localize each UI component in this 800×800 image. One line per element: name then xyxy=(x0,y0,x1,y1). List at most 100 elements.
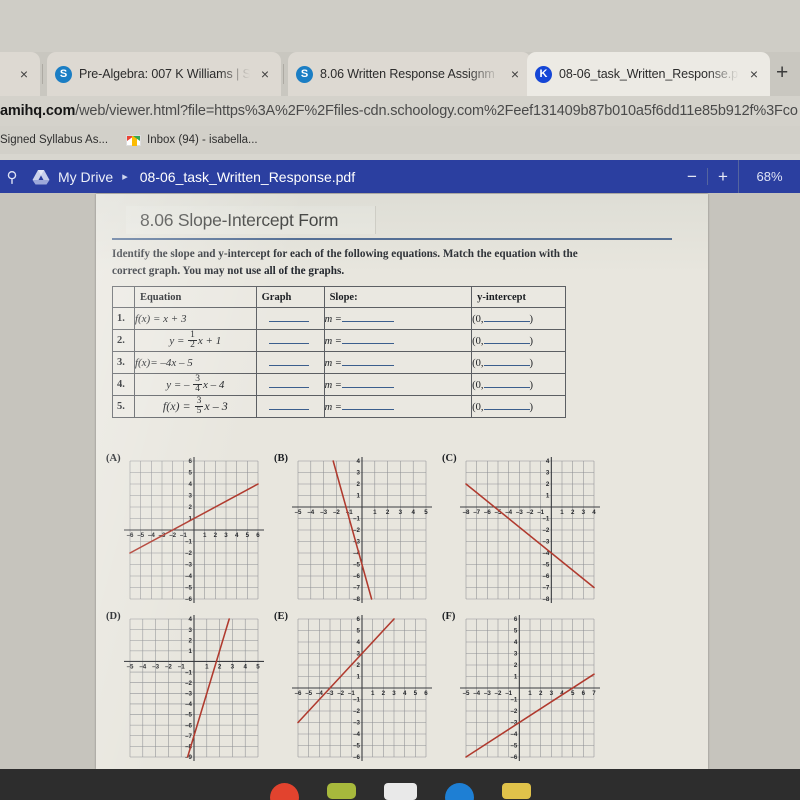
svg-text:–4: –4 xyxy=(148,532,155,539)
graph-row-2: (D) –5 –4 –3 –2 –1 1 2 3 4 5 –9 –8 –7 –6 –5 –4 –3 –2 –1 1 2 3… xyxy=(104,610,700,762)
app-icon-green[interactable] xyxy=(326,783,356,799)
browser-tab-1[interactable]: S Pre-Algebra: 007 K Williams | Sc × xyxy=(47,52,281,96)
svg-text:–5: –5 xyxy=(542,562,549,569)
row-equation: f(x)= –4x – 5 xyxy=(133,351,257,374)
close-icon[interactable]: × xyxy=(746,67,762,81)
svg-text:–7: –7 xyxy=(185,733,192,740)
address-bar[interactable]: amihq.com/web/viewer.html?file=https%3A%… xyxy=(0,96,800,126)
row-slope-answer[interactable]: m = xyxy=(323,373,473,396)
svg-text:–7: –7 xyxy=(473,509,480,516)
svg-text:–2: –2 xyxy=(495,690,502,697)
svg-text:2: 2 xyxy=(386,509,390,516)
equation-text: f(x)= –4x – 5 xyxy=(134,356,193,369)
svg-text:3: 3 xyxy=(550,690,554,697)
zoom-out-button[interactable]: − xyxy=(677,167,707,187)
schoology-icon: S xyxy=(296,65,313,83)
graph-label: (D) xyxy=(106,611,121,622)
svg-text:1: 1 xyxy=(546,493,550,500)
graph-plot: –5 –4 –3 –2 –1 1 2 3 4 5 –9 –8 –7 –6 –5 –4 –3 –2 –1 1 2 3 4 xyxy=(122,614,266,767)
app-icon-red[interactable] xyxy=(269,783,299,800)
pdf-filename: 08-06_task_Written_Response.pdf xyxy=(139,168,356,185)
yint-prefix: (0, xyxy=(472,357,484,369)
svg-text:1: 1 xyxy=(205,664,209,671)
svg-text:4: 4 xyxy=(357,458,361,465)
table-row: 4. y = – 34x – 4 m = (0,) xyxy=(112,373,566,396)
graph-label: (F) xyxy=(442,611,456,622)
gmail-icon xyxy=(126,134,142,146)
svg-text:–4: –4 xyxy=(353,731,360,738)
svg-text:4: 4 xyxy=(189,481,193,488)
browser-tab-2[interactable]: S 8.06 Written Response Assignm × xyxy=(288,52,531,96)
yint-suffix: ) xyxy=(529,357,534,369)
close-icon[interactable]: × xyxy=(16,67,32,81)
svg-text:6: 6 xyxy=(357,616,361,623)
tab-title: 08-06_task_Written_Response.p xyxy=(559,67,738,81)
svg-text:–3: –3 xyxy=(542,539,549,546)
zoom-in-button[interactable]: + xyxy=(708,167,738,187)
slope-prefix: m = xyxy=(324,357,342,369)
equation-text: y = – 34x – 4 xyxy=(166,373,225,394)
slope-prefix: m = xyxy=(324,335,342,347)
new-tab-button[interactable]: + xyxy=(776,62,788,83)
close-icon[interactable]: × xyxy=(257,67,273,81)
app-icon-white[interactable] xyxy=(383,783,417,800)
row-slope-answer[interactable]: m = xyxy=(323,395,473,418)
svg-text:–6: –6 xyxy=(353,754,360,761)
browser-tab-3-active[interactable]: K 08-06_task_Written_Response.p × xyxy=(527,52,770,96)
svg-text:5: 5 xyxy=(256,664,260,671)
row-slope-answer[interactable]: m = xyxy=(323,307,473,330)
row-graph-answer[interactable] xyxy=(255,395,325,418)
svg-text:–6: –6 xyxy=(542,573,549,580)
svg-text:2: 2 xyxy=(382,690,386,697)
row-graph-answer[interactable] xyxy=(255,329,325,352)
close-icon[interactable]: × xyxy=(507,67,523,81)
svg-text:2: 2 xyxy=(214,532,218,539)
row-slope-answer[interactable]: m = xyxy=(323,329,473,352)
svg-text:–4: –4 xyxy=(510,731,517,738)
row-yintercept-answer[interactable]: (0,) xyxy=(471,373,566,396)
svg-text:–3: –3 xyxy=(484,690,491,697)
graph-D: (D) –5 –4 –3 –2 –1 1 2 3 4 5 –9 –8 –7 –6 –5 –4 –3 –2 –1 1 2 3… xyxy=(104,610,265,762)
header-graph: Graph xyxy=(255,286,325,308)
svg-text:6: 6 xyxy=(189,458,193,465)
url-text: amihq.com/web/viewer.html?file=https%3A%… xyxy=(0,103,798,119)
row-yintercept-answer[interactable]: (0,) xyxy=(471,395,566,418)
search-icon[interactable]: ⚲ xyxy=(2,168,22,186)
svg-text:–2: –2 xyxy=(337,690,344,697)
svg-text:–2: –2 xyxy=(353,708,360,715)
svg-text:–6: –6 xyxy=(484,509,491,516)
row-equation: f(x) = 35x – 3 xyxy=(133,395,257,418)
row-graph-answer[interactable] xyxy=(255,307,325,330)
zoom-level-display[interactable]: 68% xyxy=(738,160,800,193)
svg-text:3: 3 xyxy=(546,470,550,477)
app-icon-blue[interactable] xyxy=(444,783,474,800)
equation-text: y = 12x + 1 xyxy=(169,329,222,350)
svg-text:6: 6 xyxy=(424,690,428,697)
svg-text:1: 1 xyxy=(371,690,375,697)
row-number: 2. xyxy=(112,329,135,352)
bookmark-signed-syllabus[interactable]: Signed Syllabus As... xyxy=(0,134,108,146)
svg-text:2: 2 xyxy=(218,664,222,671)
graph-gallery: (A) –6–5–4–3–2–1123456–6–5–4–3–2–1123456… xyxy=(104,452,700,762)
my-drive-breadcrumb[interactable]: My Drive xyxy=(58,169,113,185)
row-yintercept-answer[interactable]: (0,) xyxy=(471,329,566,352)
svg-text:7: 7 xyxy=(592,690,596,697)
svg-text:–4: –4 xyxy=(473,690,480,697)
taskbar-icons xyxy=(0,769,800,800)
header-slope: Slope: xyxy=(323,286,473,308)
row-slope-answer[interactable]: m = xyxy=(323,351,473,374)
svg-text:2: 2 xyxy=(357,662,361,669)
app-icon-yellow[interactable] xyxy=(501,783,531,799)
svg-text:–6: –6 xyxy=(185,596,192,603)
svg-text:4: 4 xyxy=(592,509,596,516)
row-graph-answer[interactable] xyxy=(255,351,325,374)
svg-text:–1: –1 xyxy=(185,539,192,546)
svg-text:–5: –5 xyxy=(185,585,192,592)
row-yintercept-answer[interactable]: (0,) xyxy=(471,307,566,330)
row-yintercept-answer[interactable]: (0,) xyxy=(471,351,566,374)
bookmark-inbox[interactable]: Inbox (94) - isabella... xyxy=(126,134,258,146)
url-host: amihq.com xyxy=(0,103,76,119)
row-graph-answer[interactable] xyxy=(255,373,325,396)
svg-text:–8: –8 xyxy=(542,596,549,603)
browser-tab-0[interactable]: × xyxy=(0,52,40,96)
